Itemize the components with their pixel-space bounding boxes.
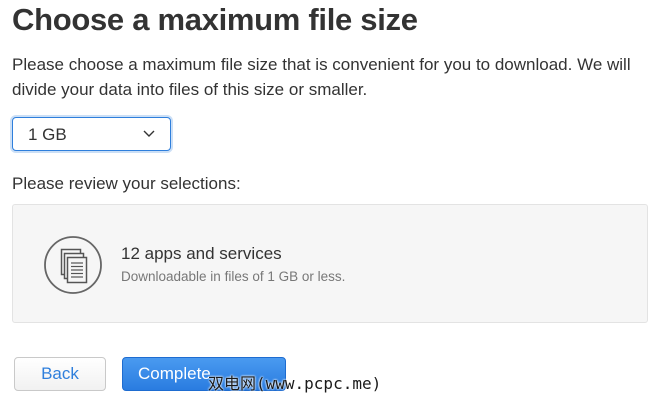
file-size-select-value: 1 GB [28,125,67,144]
page-title: Choose a maximum file size [12,2,418,37]
file-size-select[interactable]: 1 GB [12,117,171,151]
document-stack-icon [44,236,102,294]
watermark: 双电网(www.pcpc.me) [208,374,382,393]
selection-summary-card: 12 apps and services Downloadable in fil… [12,204,648,323]
chevron-down-icon [143,130,155,137]
selection-subtitle: Downloadable in files of 1 GB or less. [121,269,346,284]
page-description: Please choose a maximum file size that i… [12,55,631,99]
review-label: Please review your selections: [12,174,241,193]
back-button[interactable]: Back [14,357,106,391]
selection-title: 12 apps and services [121,244,282,263]
page: Choose a maximum file size Please choose… [0,0,670,405]
